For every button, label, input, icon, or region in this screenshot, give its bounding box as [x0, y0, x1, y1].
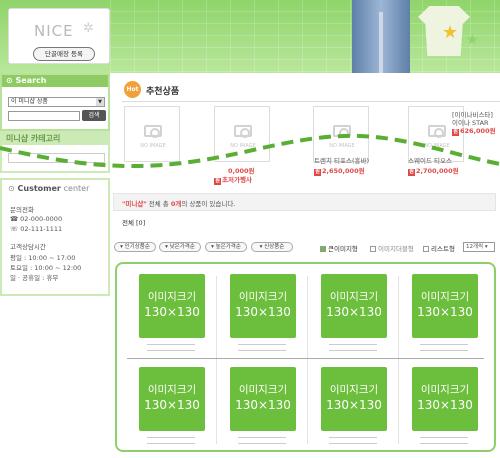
model-jeans-image	[352, 0, 410, 73]
search-button[interactable]: 검색	[82, 110, 106, 121]
view-double-image-option[interactable]: 이미지더블형	[370, 243, 414, 253]
product-count: 전체 [0]	[122, 219, 146, 227]
product-price-line	[329, 443, 377, 444]
product-price-line	[238, 350, 286, 351]
divider	[307, 276, 308, 444]
product-name-line	[420, 344, 468, 345]
checkbox-icon	[370, 246, 376, 252]
product-name-line	[238, 344, 286, 345]
checkbox-icon	[320, 246, 326, 252]
product-name-line	[420, 437, 468, 438]
site-header: ★ ★ NICE ✲ 단골매장 등록	[0, 0, 500, 73]
product-name-line	[329, 344, 377, 345]
product-price-line	[329, 350, 377, 351]
product-price-line	[238, 443, 286, 444]
sidebar-search-panel: ⊙ Search 이 미니샵 상품 ▼ 검색	[0, 73, 110, 131]
customer-center-panel: ⊙ Customer center 문의전화 ☎ 02-000-0000 ☏ 0…	[0, 178, 110, 296]
hours-holiday: 일 · 공휴일 : 휴무	[10, 274, 59, 282]
site-logo[interactable]: NICE	[34, 22, 74, 40]
hours-label: 고객상담시간	[10, 243, 46, 251]
customer-center-icon: ⊙	[8, 184, 15, 193]
divider	[127, 358, 484, 359]
price-icon: 원	[408, 169, 415, 176]
product-name-line	[238, 437, 286, 438]
hours-weekday: 평일 : 10:00 ~ 17:00	[10, 254, 76, 262]
product-price-line	[420, 443, 468, 444]
recommended-item-name[interactable]: 스웨이드 티오스	[408, 155, 452, 165]
product-image-placeholder[interactable]: 이미지크기 130×130	[230, 274, 296, 338]
search-heading-icon: ⊙	[6, 76, 13, 85]
logo-flower-icon: ✲	[83, 21, 94, 36]
sale-label: 원 초저가행사	[214, 176, 252, 185]
product-name-line	[147, 437, 195, 438]
search-scope-select[interactable]: 이 미니샵 상품 ▼	[8, 97, 105, 107]
view-large-image-option[interactable]: 큰이미지형	[320, 243, 358, 253]
notice-box: "미니샵" 전체 총 0개의 상품이 있습니다.	[113, 193, 496, 211]
sort-new-button[interactable]: ▾ 신상품순	[251, 242, 293, 252]
recommended-item-price: 원 2,700,000원	[408, 167, 459, 176]
search-input[interactable]	[8, 111, 80, 121]
favorite-store-button[interactable]: 단골매장 등록	[33, 47, 95, 61]
sort-high-price-button[interactable]: ▾ 높은가격순	[205, 242, 247, 252]
product-price-line	[147, 350, 195, 351]
view-list-option[interactable]: 리스트형	[423, 243, 455, 253]
checkbox-icon	[423, 246, 429, 252]
product-price-line	[420, 350, 468, 351]
search-heading: ⊙ Search	[2, 75, 108, 87]
chevron-down-icon: ▼	[96, 98, 104, 106]
product-grid: 이미지크기 130×130 이미지크기 130×130 이미지크기 130×130 이…	[115, 262, 496, 452]
phone-label: 문의전화	[10, 206, 34, 214]
sort-popular-button[interactable]: ▾ 인기상품순	[114, 242, 156, 252]
fax-number: ☏ 02-111-1111	[10, 225, 63, 233]
product-image-placeholder[interactable]: 이미지크기 130×130	[230, 367, 296, 431]
product-image-placeholder[interactable]: 이미지크기 130×130	[321, 367, 387, 431]
product-image-placeholder[interactable]: 이미지크기 130×130	[139, 274, 205, 338]
phone-number: ☎ 02-000-0000	[10, 215, 63, 223]
product-name-line	[147, 344, 195, 345]
product-image-placeholder[interactable]: 이미지크기 130×130	[321, 274, 387, 338]
hours-saturday: 토요일 : 10:00 ~ 12:00	[10, 264, 82, 272]
star-icon: ★	[442, 22, 459, 43]
logo-box: NICE ✲ 단골매장 등록	[8, 8, 110, 64]
customer-center-title: ⊙ Customer center	[8, 184, 90, 193]
sort-low-price-button[interactable]: ▾ 낮은가격순	[159, 242, 201, 252]
section-title: 추천상품	[146, 87, 180, 97]
recommended-item-price: 원 2,650,000원	[314, 167, 365, 176]
product-image-placeholder[interactable]: 이미지크기 130×130	[139, 367, 205, 431]
product-price-line	[147, 443, 195, 444]
divider	[216, 276, 217, 444]
product-image-placeholder[interactable]: 이미지크기 130×130	[412, 367, 478, 431]
star-icon: ★	[466, 32, 479, 48]
product-image-placeholder[interactable]: 이미지크기 130×130	[412, 274, 478, 338]
notice-text: "미니샵" 전체 총 0개의 상품이 있습니다.	[122, 200, 236, 208]
price-icon: 원	[314, 169, 321, 176]
hot-badge: Hot	[124, 81, 141, 98]
recommended-item-name[interactable]: 트렌치 티포스(흥바)	[314, 155, 369, 165]
divider	[398, 276, 399, 444]
per-page-select[interactable]: 12개씩 ▾	[463, 242, 495, 252]
price-icon: 원	[214, 178, 221, 185]
product-name-line	[329, 437, 377, 438]
divider	[122, 101, 500, 102]
